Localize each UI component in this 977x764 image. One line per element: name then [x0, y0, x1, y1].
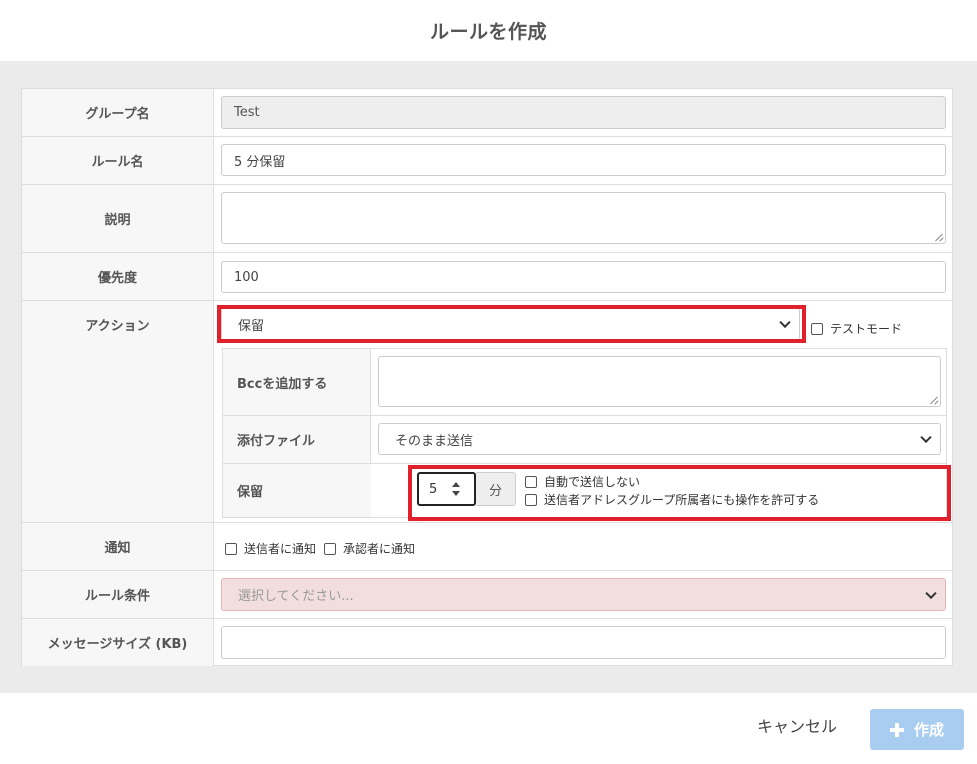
rule-condition-row: ルール条件 選択してください... [22, 571, 952, 619]
attachment-label: 添付ファイル [223, 416, 371, 463]
description-textarea[interactable] [221, 192, 946, 244]
rule-condition-placeholder: 選択してください... [238, 589, 354, 604]
test-mode-checkbox[interactable]: テストモード [811, 320, 902, 337]
rule-name-input[interactable]: 5 分保留 [221, 144, 946, 176]
rule-condition-select[interactable]: 選択してください... [221, 578, 946, 611]
notify-sender-checkbox[interactable]: 送信者に通知 [225, 540, 316, 557]
resize-grip-icon[interactable] [935, 233, 943, 241]
notification-label: 通知 [22, 523, 214, 570]
message-size-input[interactable] [221, 626, 946, 659]
bcc-row: Bccを追加する [223, 349, 946, 416]
message-size-label: メッセージサイズ (KB) [22, 619, 214, 666]
dialog-header: ルールを作成 [0, 0, 977, 61]
cancel-button[interactable]: キャンセル [757, 710, 837, 740]
attachment-select-value: そのまま送信 [395, 433, 474, 449]
chevron-down-icon [925, 587, 937, 599]
checkbox-icon[interactable] [225, 542, 237, 555]
priority-label: 優先度 [22, 253, 214, 300]
priority-row: 優先度 100 [22, 253, 952, 301]
bcc-label: Bccを追加する [223, 349, 371, 415]
message-size-row: メッセージサイズ (KB) [22, 619, 952, 666]
create-button-label: 作成 [913, 721, 944, 739]
attachment-row: 添付ファイル そのまま送信 [223, 416, 946, 464]
group-name-input: Test [221, 96, 946, 129]
priority-input[interactable]: 100 [221, 261, 946, 293]
attachment-select[interactable]: そのまま送信 [378, 423, 941, 455]
description-label: 説明 [22, 185, 214, 252]
action-label: アクション [22, 301, 214, 522]
group-name-row: グループ名 Test [22, 89, 952, 137]
action-highlight-box [217, 305, 806, 343]
rule-name-label: ルール名 [22, 137, 214, 184]
checkbox-icon[interactable] [811, 322, 823, 335]
bcc-textarea[interactable] [378, 356, 941, 407]
hold-label: 保留 [223, 464, 371, 517]
action-row: アクション 保留 テストモード Bccを追加する 添付ファイル そのまま送信 保… [22, 301, 952, 523]
plus-icon [889, 722, 904, 737]
rule-condition-label: ルール条件 [22, 571, 214, 618]
dialog-footer: キャンセル 作成 [0, 693, 977, 764]
description-row: 説明 [22, 185, 952, 253]
notify-approver-checkbox[interactable]: 承認者に通知 [324, 540, 415, 557]
rule-form-table: グループ名 Test ルール名 5 分保留 説明 優先度 100 アクション 保… [21, 88, 953, 666]
test-mode-label: テストモード [830, 322, 903, 336]
checkbox-icon[interactable] [324, 542, 336, 555]
group-name-label: グループ名 [22, 89, 214, 136]
notify-approver-label: 承認者に通知 [343, 542, 416, 556]
rule-name-row: ルール名 5 分保留 [22, 137, 952, 185]
dialog-body: グループ名 Test ルール名 5 分保留 説明 優先度 100 アクション 保… [0, 61, 977, 693]
resize-grip-icon[interactable] [930, 396, 938, 404]
notify-sender-label: 送信者に通知 [244, 542, 317, 556]
dialog-title: ルールを作成 [429, 21, 547, 43]
chevron-down-icon [920, 431, 932, 444]
notification-row: 通知 送信者に通知 承認者に通知 [22, 523, 952, 571]
create-button[interactable]: 作成 [870, 709, 964, 750]
hold-highlight-box [408, 465, 951, 521]
